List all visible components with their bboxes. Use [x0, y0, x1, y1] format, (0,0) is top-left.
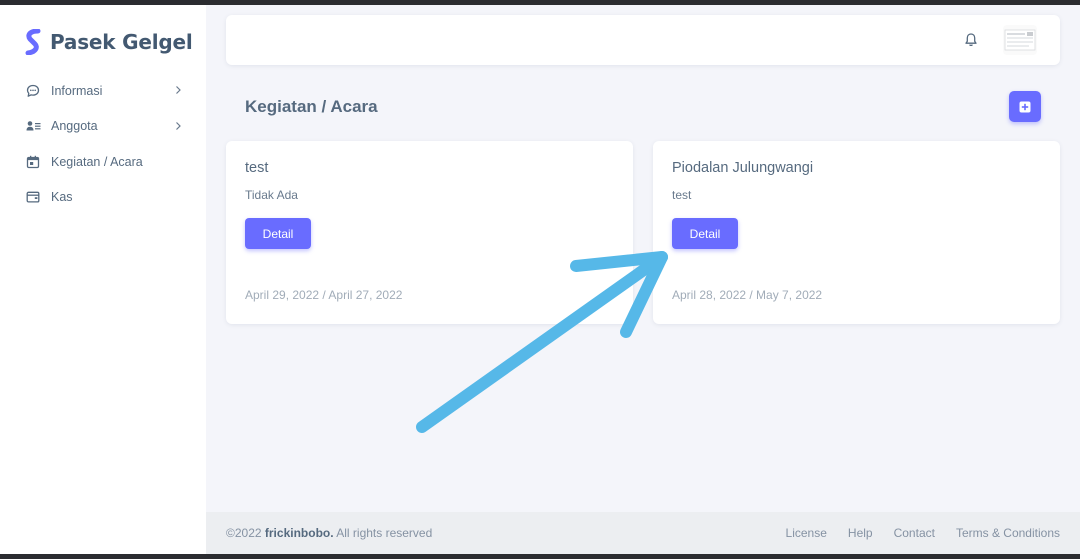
- top-navbar: [226, 15, 1060, 65]
- bell-icon[interactable]: [963, 32, 979, 48]
- plus-square-icon: [1019, 101, 1031, 112]
- sidebar-item-informasi[interactable]: Informasi: [0, 73, 206, 109]
- event-title: test: [245, 160, 269, 176]
- sidebar-item-label: Anggota: [51, 119, 98, 134]
- footer-copyright: ©2022 frickinbobo. All rights reserved: [226, 526, 432, 540]
- add-event-button[interactable]: [1009, 91, 1041, 122]
- event-title: Piodalan Julungwangi: [672, 160, 814, 176]
- footer-link-license[interactable]: License: [786, 526, 827, 540]
- sidebar-item-kas[interactable]: Kas: [0, 180, 206, 216]
- bottom-frame-border: [0, 554, 1080, 559]
- detail-button[interactable]: Detail: [245, 218, 311, 249]
- avatar[interactable]: [1003, 25, 1037, 55]
- s-logo-icon: [25, 29, 41, 55]
- detail-button[interactable]: Detail: [672, 218, 738, 249]
- sidebar: Pasek Gelgel Informasi Anggota Kegiatan …: [0, 5, 206, 554]
- chevron-right-icon: [176, 86, 181, 94]
- calendar-icon: [25, 154, 41, 170]
- sidebar-item-kegiatan[interactable]: Kegiatan / Acara: [0, 144, 206, 180]
- wallet-icon: [25, 189, 41, 205]
- user-list-icon: [25, 118, 41, 134]
- footer-link-terms[interactable]: Terms & Conditions: [956, 526, 1060, 540]
- sidebar-item-label: Informasi: [51, 83, 103, 98]
- sidebar-item-label: Kegiatan / Acara: [51, 154, 143, 169]
- footer-link-help[interactable]: Help: [848, 526, 873, 540]
- sidebar-item-anggota[interactable]: Anggota: [0, 109, 206, 145]
- avatar-image: [1004, 29, 1036, 51]
- brand-name: Pasek Gelgel: [50, 30, 193, 54]
- brand[interactable]: Pasek Gelgel: [24, 29, 193, 55]
- footer-author[interactable]: frickinbobo.: [265, 526, 334, 540]
- event-dates: April 28, 2022 / May 7, 2022: [672, 288, 823, 302]
- event-card: Piodalan Julungwangi test Detail April 2…: [653, 141, 1060, 324]
- page-title: Kegiatan / Acara: [245, 97, 378, 116]
- copyright-suffix: All rights reserved: [336, 526, 433, 540]
- event-description: test: [672, 188, 692, 202]
- footer-links: License Help Contact Terms & Conditions: [765, 526, 1060, 540]
- sidebar-menu: Informasi Anggota Kegiatan / Acara Kas: [0, 73, 206, 215]
- chevron-right-icon: [176, 121, 181, 130]
- event-dates: April 29, 2022 / April 27, 2022: [245, 288, 403, 302]
- chat-icon: [25, 83, 41, 99]
- event-card: test Tidak Ada Detail April 29, 2022 / A…: [226, 141, 633, 324]
- footer: ©2022 frickinbobo. All rights reserved L…: [206, 512, 1080, 554]
- sidebar-item-label: Kas: [51, 190, 73, 205]
- event-description: Tidak Ada: [245, 188, 298, 202]
- footer-link-contact[interactable]: Contact: [894, 526, 935, 540]
- copyright-year: ©2022: [226, 526, 262, 540]
